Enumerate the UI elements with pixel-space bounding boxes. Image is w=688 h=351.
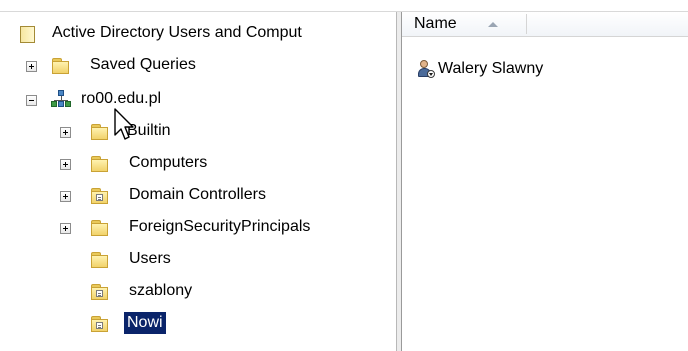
column-header-name-label: Name <box>414 15 457 32</box>
column-header-name[interactable]: Name <box>408 14 527 34</box>
collapse-icon[interactable] <box>26 95 37 106</box>
tree-node-computers-label[interactable]: Computers <box>126 152 210 174</box>
top-edge <box>0 0 688 12</box>
expand-icon[interactable] <box>26 61 37 72</box>
tree-node-domain[interactable]: ro00.edu.pl <box>0 88 396 112</box>
tree-node-nowi[interactable]: Nowi <box>0 312 396 336</box>
sort-ascending-icon <box>488 22 498 27</box>
tree-node-nowi-label[interactable]: Nowi <box>124 312 166 334</box>
console-tree-pane[interactable]: Active Directory Users and Comput Saved … <box>0 12 396 351</box>
tree-node-computers[interactable]: Computers <box>0 152 396 176</box>
tree-node-szablony[interactable]: szablony <box>0 280 396 304</box>
tree-node-domain-controllers-label[interactable]: Domain Controllers <box>126 184 269 206</box>
expand-icon[interactable] <box>60 223 71 234</box>
tree-node-domain-controllers[interactable]: Domain Controllers <box>0 184 396 208</box>
tree-node-saved-queries[interactable]: Saved Queries <box>0 54 396 78</box>
details-list-pane[interactable]: Name Walery Slawny <box>402 12 688 351</box>
tree-node-users-label[interactable]: Users <box>126 248 174 270</box>
user-disabled-icon <box>416 59 436 79</box>
tree-node-domain-label[interactable]: ro00.edu.pl <box>78 88 164 110</box>
tree-node-users[interactable]: Users <box>0 248 396 272</box>
list-item-user-label[interactable]: Walery Slawny <box>438 58 543 80</box>
list-column-header: Name <box>402 12 688 37</box>
tree-node-root-label[interactable]: Active Directory Users and Comput <box>49 22 305 44</box>
folder-icon <box>90 251 110 269</box>
snapin-console-icon <box>18 25 38 43</box>
folder-icon <box>51 57 71 75</box>
tree-node-foreign-security-principals[interactable]: ForeignSecurityPrincipals <box>0 216 396 240</box>
tree-node-szablony-label[interactable]: szablony <box>126 280 195 302</box>
mouse-pointer-icon <box>114 108 134 140</box>
expand-icon[interactable] <box>60 127 71 138</box>
organizational-unit-icon <box>90 315 110 333</box>
expand-icon[interactable] <box>60 159 71 170</box>
expand-icon[interactable] <box>60 191 71 202</box>
domain-icon <box>51 90 71 108</box>
tree-node-builtin[interactable]: Builtin <box>0 120 396 144</box>
folder-icon <box>90 123 110 141</box>
folder-icon <box>90 219 110 237</box>
tree-node-foreign-security-principals-label[interactable]: ForeignSecurityPrincipals <box>126 216 313 238</box>
folder-icon <box>90 155 110 173</box>
tree-node-root[interactable]: Active Directory Users and Comput <box>0 22 396 46</box>
organizational-unit-icon <box>90 283 110 301</box>
organizational-unit-icon <box>90 187 110 205</box>
tree-node-saved-queries-label[interactable]: Saved Queries <box>87 54 199 76</box>
